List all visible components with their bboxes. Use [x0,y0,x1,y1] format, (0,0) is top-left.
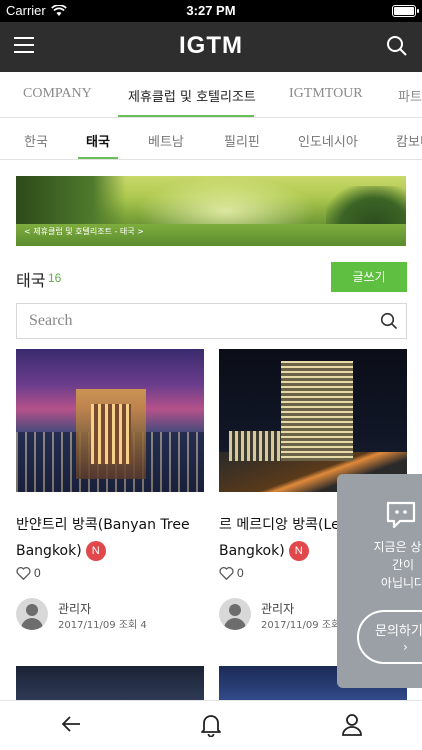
battery-icon [392,5,419,17]
tab-igtmtour[interactable]: IGTMTOUR [289,86,363,102]
active-country-indicator [78,157,118,159]
chat-line-2: 간이 [391,558,415,572]
post-count: 16 [48,271,62,285]
tab-cambodia[interactable]: 캄보디 [396,131,422,150]
bell-icon[interactable] [200,713,222,737]
search-input[interactable] [17,304,367,338]
chat-panel: 지금은 상담 간이 아닙니다 문의하기 › [337,474,422,688]
heart-icon[interactable] [16,566,31,580]
post-thumbnail[interactable] [16,349,204,492]
tab-thailand[interactable]: 태국 [86,131,110,150]
status-bar: Carrier 3:27 PM [0,0,422,22]
post-meta: 2017/11/09 조회 4 [58,620,147,631]
chevron-right-icon: › [403,640,408,654]
new-badge: N [85,541,106,561]
app-header: IGTM [0,22,422,72]
tab-korea[interactable]: 한국 [24,131,48,150]
search-icon[interactable] [380,312,398,330]
category-banner: < 제휴클럽 및 호텔리조트 - 태국 > [16,176,406,246]
search-bar [16,303,407,339]
like-number: 0 [34,566,41,580]
tab-company[interactable]: COMPANY [23,86,92,102]
tab-club-resort[interactable]: 제휴클럽 및 호텔리조트 [128,86,256,105]
bottom-nav [0,700,422,750]
chat-line-1: 지금은 상담 [373,540,422,554]
category-tabs: COMPANY 제휴클럽 및 호텔리조트 IGTMTOUR 파트 [0,72,422,118]
write-button[interactable]: 글쓰기 [331,262,407,292]
new-badge: N [288,541,309,561]
like-count[interactable]: 0 [219,566,244,580]
avatar [219,598,251,630]
tab-indonesia[interactable]: 인도네시아 [298,131,358,150]
post-meta: 2017/11/09 조회 [261,620,341,631]
inquiry-label: 문의하기 [375,624,422,639]
country-tabs: 한국 태국 베트남 필리핀 인도네시아 캄보디 [0,118,422,160]
post-title[interactable]: 반얀트리 방콕(Banyan Tree Bangkok) N [16,512,206,564]
post-thumbnail[interactable] [16,666,204,700]
section-title: 태국 [16,271,46,290]
chat-line-3: 아닙니다 [380,576,422,590]
user-icon[interactable] [341,713,363,737]
avatar [16,598,48,630]
chat-bubble-icon [386,501,416,529]
post-thumbnail[interactable] [219,349,407,492]
author-name: 관리자 [58,602,92,616]
chat-status-text: 지금은 상담 간이 아닙니다 [363,538,422,592]
like-number: 0 [237,566,244,580]
like-count[interactable]: 0 [16,566,41,580]
app-title: IGTM [179,32,243,59]
search-icon[interactable] [386,35,408,57]
clock: 3:27 PM [186,3,236,18]
tab-vietnam[interactable]: 베트남 [148,131,184,150]
inquiry-button[interactable]: 문의하기 › [357,610,422,664]
author-name: 관리자 [261,602,295,616]
back-arrow-icon[interactable] [60,713,82,735]
heart-icon[interactable] [219,566,234,580]
banner-caption: < 제휴클럽 및 호텔리조트 - 태국 > [24,227,144,236]
tab-philippines[interactable]: 필리핀 [224,131,260,150]
tab-partner[interactable]: 파트 [398,86,422,105]
